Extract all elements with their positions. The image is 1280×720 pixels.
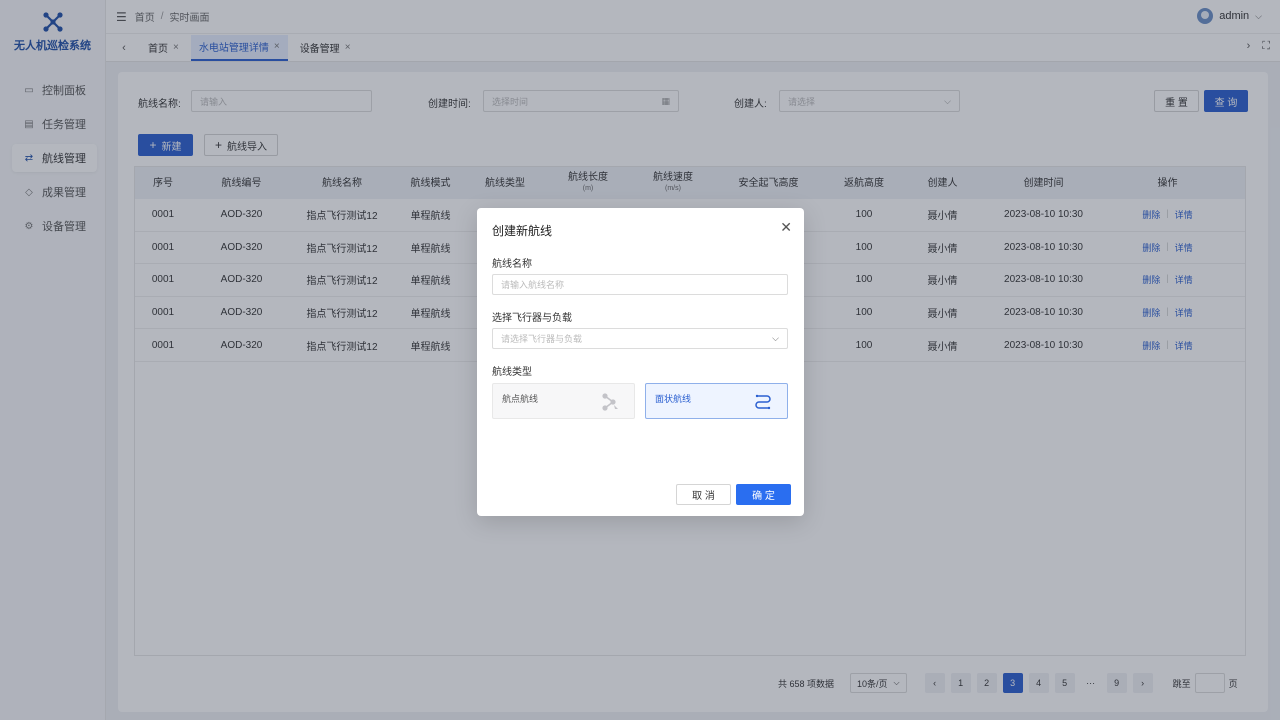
route-type-waypoint[interactable]: 航点航线 [492, 383, 635, 419]
area-route-icon [755, 394, 771, 410]
aircraft-select[interactable]: 请选择飞行器与负载 ⌵ [492, 328, 788, 349]
route-name-field-label: 航线名称 [492, 259, 532, 270]
placeholder-text: 请选择飞行器与负载 [501, 334, 583, 344]
route-type-label-text: 航点航线 [502, 394, 539, 404]
close-icon[interactable]: ✕ [780, 219, 792, 236]
placeholder-text: 请输入航线名称 [501, 280, 565, 290]
cancel-button[interactable]: 取 消 [676, 484, 731, 505]
waypoint-route-icon [602, 393, 618, 411]
dialog-title: 创建新航线 [492, 224, 553, 238]
create-route-dialog: 创建新航线 ✕ 航线名称 请输入航线名称 选择飞行器与负载 请选择飞行器与负载 … [477, 208, 804, 516]
confirm-button[interactable]: 确 定 [736, 484, 791, 505]
route-type-area[interactable]: 面状航线 [645, 383, 788, 419]
aircraft-field-label: 选择飞行器与负载 [492, 313, 572, 324]
route-type-label-text: 面状航线 [655, 394, 692, 404]
chevron-down-icon: ⌵ [772, 333, 779, 343]
route-name-field[interactable]: 请输入航线名称 [492, 274, 788, 295]
route-type-label: 航线类型 [492, 367, 532, 378]
